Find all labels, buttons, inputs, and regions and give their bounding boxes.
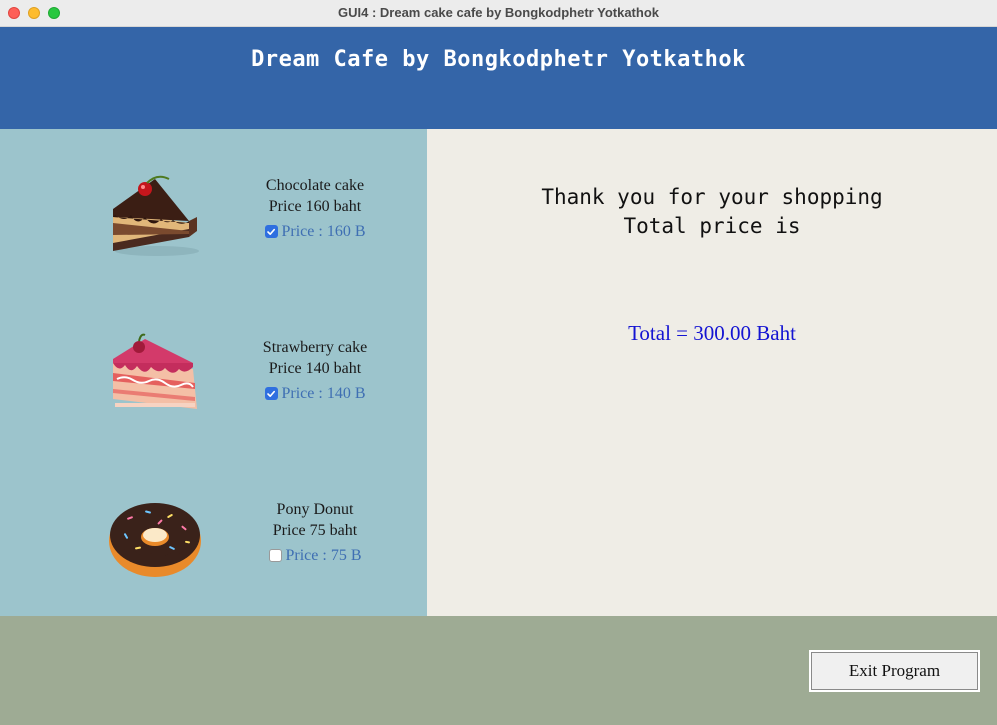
total-price-heading: Total price is — [623, 214, 801, 238]
product-price: Price 75 baht — [272, 522, 358, 539]
product-info: Chocolate cake Price 160 baht Price : 16… — [235, 175, 395, 243]
product-name: Strawberry cake — [262, 339, 368, 356]
product-info: Strawberry cake Price 140 baht Price : 1… — [235, 337, 395, 405]
product-item-chocolate-cake: Chocolate cake Price 160 baht Price : 16… — [0, 171, 427, 281]
thank-you-line: Thank you for your shopping — [541, 185, 883, 209]
checkbox-checked-icon[interactable] — [264, 225, 278, 238]
footer-bar: Exit Program — [0, 616, 997, 725]
header-banner: Dream Cafe by Bongkodphetr Yotkathok — [0, 27, 997, 129]
product-name: Chocolate cake — [265, 177, 365, 194]
select-strawberry-cake-checkbox[interactable]: Price : 140 B — [264, 383, 366, 404]
product-item-strawberry-cake: Strawberry cake Price 140 baht Price : 1… — [0, 333, 427, 443]
product-item-pony-donut: Pony Donut Price 75 baht Price : 75 B — [0, 495, 427, 605]
checkbox-unchecked-icon[interactable] — [268, 549, 282, 562]
checkbox-checked-icon[interactable] — [264, 387, 278, 400]
strawberry-cake-icon — [113, 333, 197, 409]
product-price: Price 160 baht — [268, 198, 362, 215]
total-price-value: Total = 300.00 Baht — [628, 321, 796, 345]
thank-you-message: Thank you for your shopping Total price … — [427, 183, 997, 241]
chocolate-cake-icon — [113, 175, 199, 256]
product-name: Pony Donut — [276, 501, 354, 518]
product-price: Price 140 baht — [268, 360, 362, 377]
checkbox-label: Price : 140 B — [281, 385, 366, 402]
product-info: Pony Donut Price 75 baht Price : 75 B — [235, 499, 395, 568]
window-title: GUI4 : Dream cake cafe by Bongkodphetr Y… — [338, 5, 659, 20]
product-panel: Chocolate cake Price 160 baht Price : 16… — [0, 129, 427, 616]
summary-panel: Thank you for your shopping Total price … — [427, 129, 997, 616]
checkbox-label: Price : 160 B — [281, 223, 366, 240]
window-titlebar: GUI4 : Dream cake cafe by Bongkodphetr Y… — [0, 0, 997, 27]
checkbox-label: Price : 75 B — [285, 547, 362, 564]
select-chocolate-cake-checkbox[interactable]: Price : 160 B — [264, 221, 366, 242]
donut-icon — [109, 503, 201, 577]
exit-program-button[interactable]: Exit Program — [809, 650, 980, 692]
select-pony-donut-checkbox[interactable]: Price : 75 B — [268, 545, 362, 566]
page-title: Dream Cafe by Bongkodphetr Yotkathok — [251, 47, 746, 72]
